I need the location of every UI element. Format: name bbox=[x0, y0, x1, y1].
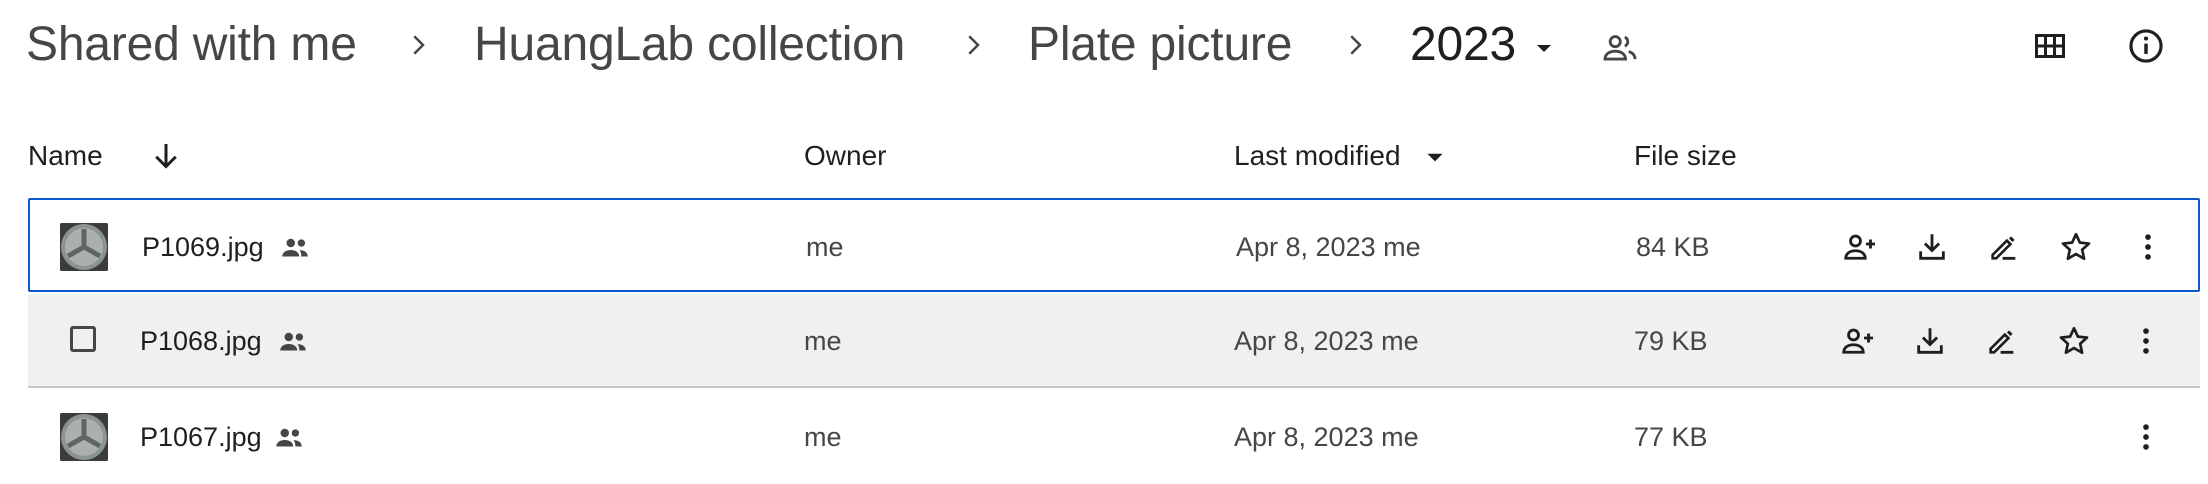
row-checkbox[interactable] bbox=[70, 326, 96, 352]
info-icon[interactable] bbox=[2122, 22, 2170, 70]
star-icon[interactable] bbox=[2052, 223, 2100, 271]
download-icon[interactable] bbox=[1906, 317, 1954, 365]
column-header-row: Name Owner Last modified File size bbox=[0, 120, 2208, 192]
share-icon[interactable] bbox=[1834, 317, 1882, 365]
more-vert-icon[interactable] bbox=[2122, 413, 2170, 461]
breadcrumb-shared-with-me[interactable]: Shared with me bbox=[26, 12, 357, 78]
file-name[interactable]: P1068.jpg bbox=[140, 294, 262, 388]
breadcrumb: Shared with me HuangLab collection Plate… bbox=[0, 0, 2208, 94]
grid-view-icon[interactable] bbox=[2026, 22, 2074, 70]
more-vert-icon[interactable] bbox=[2124, 223, 2172, 271]
file-owner: me bbox=[804, 422, 842, 452]
share-icon[interactable] bbox=[1836, 223, 1884, 271]
file-size: 77 KB bbox=[1634, 422, 1708, 452]
file-owner: me bbox=[806, 232, 844, 262]
file-row[interactable]: P1068.jpg me Apr 8, 2023 me 79 KB bbox=[28, 294, 2200, 388]
people-icon[interactable] bbox=[1601, 29, 1639, 67]
file-owner: me bbox=[804, 326, 842, 356]
caret-down-icon[interactable] bbox=[1532, 36, 1556, 60]
column-header-owner[interactable]: Owner bbox=[804, 120, 886, 192]
more-vert-icon[interactable] bbox=[2122, 317, 2170, 365]
file-thumbnail bbox=[60, 223, 108, 271]
breadcrumb-plate-picture[interactable]: Plate picture bbox=[1028, 12, 1292, 78]
file-name[interactable]: P1067.jpg bbox=[140, 390, 262, 484]
file-size: 84 KB bbox=[1636, 232, 1710, 262]
column-header-file-size[interactable]: File size bbox=[1634, 120, 1737, 192]
chevron-right-icon bbox=[1350, 35, 1362, 55]
file-last-modified: Apr 8, 2023 me bbox=[1234, 326, 1419, 356]
column-header-name[interactable]: Name bbox=[28, 120, 103, 192]
file-size: 79 KB bbox=[1634, 326, 1708, 356]
breadcrumb-current-folder[interactable]: 2023 bbox=[1410, 12, 1516, 78]
chevron-right-icon bbox=[968, 35, 980, 55]
file-last-modified: Apr 8, 2023 me bbox=[1234, 422, 1419, 452]
caret-down-icon[interactable] bbox=[1422, 144, 1448, 170]
file-name[interactable]: P1069.jpg bbox=[142, 200, 264, 294]
column-header-last-modified[interactable]: Last modified bbox=[1234, 120, 1401, 192]
shared-people-icon bbox=[276, 428, 302, 447]
file-thumbnail bbox=[60, 413, 108, 461]
download-icon[interactable] bbox=[1908, 223, 1956, 271]
rename-icon[interactable] bbox=[1980, 223, 2028, 271]
shared-people-icon bbox=[282, 238, 308, 257]
rename-icon[interactable] bbox=[1978, 317, 2026, 365]
file-row[interactable]: P1067.jpg me Apr 8, 2023 me 77 KB bbox=[28, 390, 2200, 484]
shared-people-icon bbox=[280, 332, 306, 351]
star-icon[interactable] bbox=[2050, 317, 2098, 365]
breadcrumb-huanglab-collection[interactable]: HuangLab collection bbox=[474, 12, 905, 78]
file-last-modified: Apr 8, 2023 me bbox=[1236, 232, 1421, 262]
file-row[interactable]: P1069.jpg me Apr 8, 2023 me 84 KB bbox=[28, 198, 2200, 292]
sort-arrow-down-icon[interactable] bbox=[148, 138, 184, 174]
chevron-right-icon bbox=[413, 35, 425, 55]
